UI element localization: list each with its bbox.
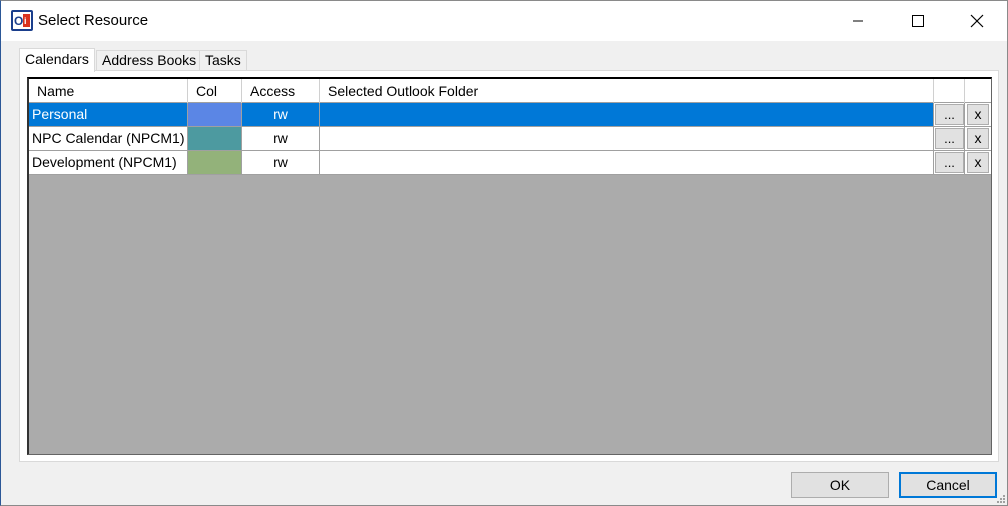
outlook-sync-icon: O i (11, 10, 33, 31)
row-access[interactable]: rw (242, 103, 320, 126)
browse-folder-button[interactable]: ... (935, 128, 964, 149)
browse-folder-button[interactable]: ... (935, 152, 964, 173)
window-title: Select Resource (38, 12, 149, 29)
maximize-icon (912, 15, 924, 27)
select-resource-dialog: O i Select Resource Calendars Address Bo… (0, 0, 1008, 506)
row-access[interactable]: rw (242, 127, 320, 150)
row-name[interactable]: Development (NPCM1) (29, 151, 188, 174)
title-bar[interactable]: O i Select Resource (1, 1, 1007, 41)
tab-tasks[interactable]: Tasks (199, 50, 247, 71)
column-header-selected-outlook-folder[interactable]: Selected Outlook Folder (320, 79, 934, 103)
resize-grip-icon[interactable] (997, 495, 1005, 503)
column-header-col[interactable]: Col (188, 79, 242, 103)
row-name[interactable]: NPC Calendar (NPCM1) (29, 127, 188, 150)
maximize-button[interactable] (889, 1, 947, 41)
column-header-access[interactable]: Access (242, 79, 320, 103)
clear-folder-button[interactable]: x (967, 128, 989, 149)
svg-text:i: i (24, 16, 27, 26)
minimize-icon (853, 20, 863, 22)
ok-button[interactable]: OK (791, 472, 889, 498)
close-icon (970, 14, 984, 28)
grid-header: Name Col Access Selected Outlook Folder (29, 79, 991, 103)
row-outlook-folder[interactable] (320, 103, 934, 126)
svg-text:O: O (14, 14, 23, 28)
column-header-browse (934, 79, 965, 103)
minimize-button[interactable] (829, 1, 887, 41)
row-access[interactable]: rw (242, 151, 320, 174)
row-color-swatch[interactable] (188, 151, 242, 174)
tab-calendars[interactable]: Calendars (19, 48, 95, 72)
row-name[interactable]: Personal (29, 103, 188, 126)
column-header-name[interactable]: Name (29, 79, 188, 103)
tab-address-books[interactable]: Address Books (96, 50, 200, 71)
clear-folder-button[interactable]: x (967, 152, 989, 173)
table-row[interactable]: NPC Calendar (NPCM1) rw ... x (29, 127, 991, 151)
browse-folder-button[interactable]: ... (935, 104, 964, 125)
table-row[interactable]: Personal rw ... x (29, 103, 991, 127)
resource-grid[interactable]: Name Col Access Selected Outlook Folder … (27, 77, 992, 455)
row-color-swatch[interactable] (188, 103, 242, 126)
calendars-tab-panel: Name Col Access Selected Outlook Folder … (19, 70, 999, 462)
table-row[interactable]: Development (NPCM1) rw ... x (29, 151, 991, 175)
clear-folder-button[interactable]: x (967, 104, 989, 125)
row-outlook-folder[interactable] (320, 127, 934, 150)
row-outlook-folder[interactable] (320, 151, 934, 174)
row-color-swatch[interactable] (188, 127, 242, 150)
close-button[interactable] (948, 1, 1006, 41)
column-header-clear (965, 79, 991, 103)
cancel-button[interactable]: Cancel (899, 472, 997, 498)
